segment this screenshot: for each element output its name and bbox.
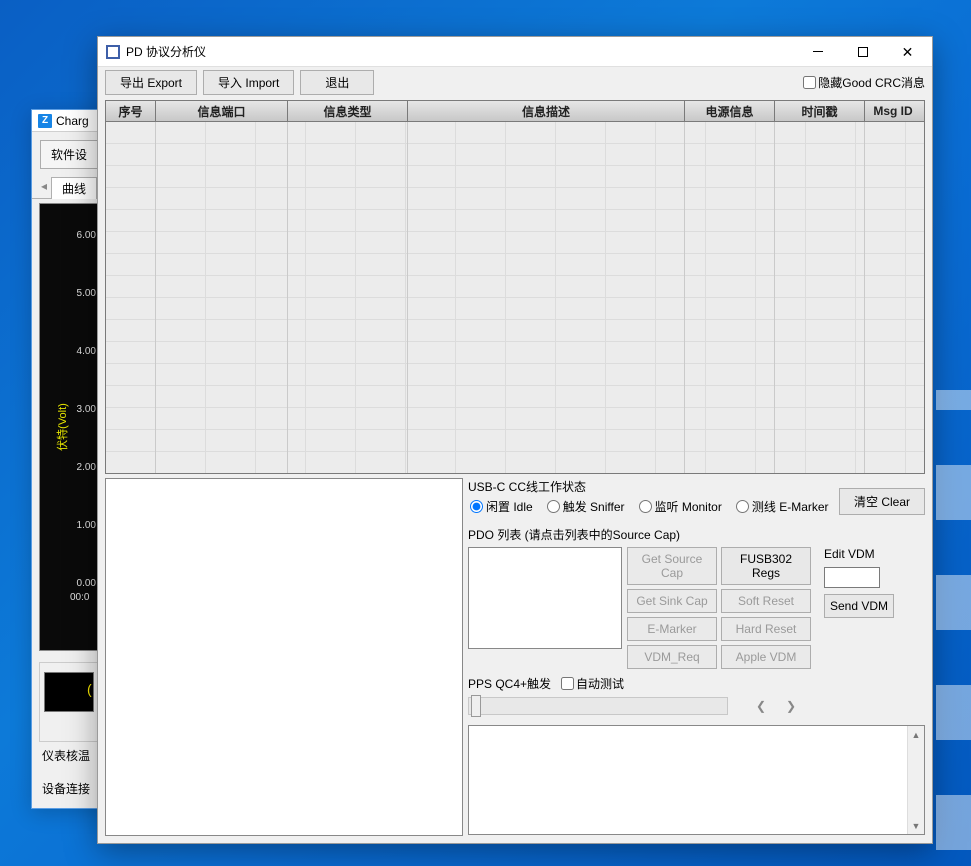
log-scrollbar[interactable]: ▲ ▼ (907, 726, 924, 834)
apple-vdm-button[interactable]: Apple VDM (721, 645, 811, 669)
scroll-up-icon[interactable]: ▲ (908, 726, 924, 743)
exit-button[interactable]: 退出 (300, 70, 374, 95)
controls-pane: USB-C CC线工作状态 闲置 Idle 触发 Sniffer 监听 M (468, 478, 925, 836)
bg-tab-curve[interactable]: 曲线 (51, 177, 97, 199)
col-seq[interactable]: 序号 (106, 101, 156, 121)
close-button[interactable]: ✕ (885, 38, 930, 66)
radio-monitor-input[interactable] (639, 500, 652, 513)
pps-slider[interactable] (468, 697, 728, 715)
maximize-button[interactable] (840, 38, 885, 66)
radio-idle-input[interactable] (470, 500, 483, 513)
minimize-icon (813, 51, 823, 52)
soft-reset-button[interactable]: Soft Reset (721, 589, 811, 613)
radio-monitor-label: 监听 Monitor (655, 498, 722, 515)
auto-test-checkbox[interactable] (561, 677, 574, 690)
minimize-button[interactable] (795, 38, 840, 66)
chevron-left-icon: ❮ (756, 699, 766, 713)
send-vdm-button[interactable]: Send VDM (824, 594, 894, 618)
scroll-down-icon[interactable]: ▼ (908, 817, 924, 834)
emarker-button[interactable]: E-Marker (627, 617, 717, 641)
hide-crc-text: 隐藏Good CRC消息 (818, 74, 925, 91)
col-msgid[interactable]: Msg ID (865, 101, 921, 121)
pps-label: PPS QC4+触发 (468, 675, 551, 692)
radio-monitor[interactable]: 监听 Monitor (639, 498, 722, 515)
radio-sniffer-input[interactable] (547, 500, 560, 513)
window-title: PD 协议分析仪 (126, 43, 795, 60)
bg-chart-tick: 5.00 (56, 288, 96, 299)
pdo-row: Get Source Cap FUSB302 Regs Get Sink Cap… (468, 547, 925, 669)
bg-app-icon: Z (38, 114, 52, 128)
auto-test-checkbox-label[interactable]: 自动测试 (561, 675, 624, 692)
get-sink-cap-button[interactable]: Get Sink Cap (627, 589, 717, 613)
radio-emarker[interactable]: 测线 E-Marker (736, 498, 829, 515)
log-box: ▲ ▼ (468, 725, 925, 835)
radio-sniffer-label: 触发 Sniffer (563, 498, 625, 515)
col-type[interactable]: 信息类型 (288, 101, 408, 121)
bg-chart-tick: 2.00 (56, 462, 96, 473)
col-time[interactable]: 时间戳 (775, 101, 865, 121)
bg-instrument-panel (39, 662, 101, 742)
lower-pane: USB-C CC线工作状态 闲置 Idle 触发 Sniffer 监听 M (98, 474, 932, 843)
cc-status-label: USB-C CC线工作状态 (468, 478, 839, 495)
radio-emarker-label: 测线 E-Marker (752, 498, 829, 515)
main-window: PD 协议分析仪 ✕ 导出 Export 导入 Import 退出 隐藏Good… (97, 36, 933, 844)
log-textarea[interactable] (469, 726, 907, 834)
bg-chart-tick: 1.00 (56, 520, 96, 531)
maximize-icon (858, 47, 868, 57)
hide-crc-checkbox[interactable] (803, 76, 816, 89)
edit-vdm-input[interactable] (824, 567, 880, 588)
radio-sniffer[interactable]: 触发 Sniffer (547, 498, 625, 515)
pps-slider-thumb[interactable] (471, 695, 481, 717)
bg-chart-tick: 6.00 (56, 230, 96, 241)
bg-chart-xtick: 00:0 (70, 592, 89, 603)
pps-row: PPS QC4+触发 自动测试 (468, 675, 925, 692)
hide-crc-checkbox-label[interactable]: 隐藏Good CRC消息 (803, 74, 925, 91)
bg-tab-prev-icon[interactable]: ◂ (37, 177, 51, 198)
cc-mode-radios: 闲置 Idle 触发 Sniffer 监听 Monitor 测线 E- (468, 496, 839, 518)
col-power[interactable]: 电源信息 (685, 101, 775, 121)
radio-emarker-input[interactable] (736, 500, 749, 513)
bg-chart-tick: 3.00 (56, 404, 96, 415)
bg-instrument-display (44, 672, 94, 712)
next-button[interactable]: ❯ (782, 697, 800, 715)
bg-chart-tick: 4.00 (56, 346, 96, 357)
vdm-req-button[interactable]: VDM_Req (627, 645, 717, 669)
titlebar[interactable]: PD 协议分析仪 ✕ (98, 37, 932, 67)
radio-idle-label: 闲置 Idle (486, 498, 533, 515)
bg-settings-button[interactable]: 软件设 (40, 140, 98, 169)
bg-chart: 伏特(Volt) 6.00 5.00 4.00 3.00 2.00 1.00 0… (39, 203, 101, 651)
bg-chart-tick: 0.00 (56, 578, 96, 589)
export-button[interactable]: 导出 Export (105, 70, 197, 95)
get-source-cap-button[interactable]: Get Source Cap (627, 547, 717, 585)
chevron-right-icon: ❯ (786, 699, 796, 713)
pdo-buttons: Get Source Cap FUSB302 Regs Get Sink Cap… (627, 547, 811, 669)
edit-vdm-label: Edit VDM (824, 547, 894, 561)
bg-title: Charg (56, 114, 89, 128)
message-table: 序号 信息端口 信息类型 信息描述 电源信息 时间戳 Msg ID (105, 100, 925, 474)
close-icon: ✕ (902, 45, 914, 59)
pps-slider-row: ❮ ❯ (468, 697, 925, 715)
pdo-listbox[interactable] (468, 547, 622, 649)
pdo-label: PDO 列表 (请点击列表中的Source Cap) (468, 526, 925, 543)
bg-label-conn: 设备连接 (42, 780, 90, 797)
col-port[interactable]: 信息端口 (156, 101, 288, 121)
detail-box[interactable] (105, 478, 463, 836)
auto-test-text: 自动测试 (576, 675, 624, 692)
clear-button[interactable]: 清空 Clear (839, 488, 925, 515)
vdm-column: Edit VDM Send VDM (824, 547, 894, 618)
import-button[interactable]: 导入 Import (203, 70, 294, 95)
hard-reset-button[interactable]: Hard Reset (721, 617, 811, 641)
bg-label-temp: 仪表核温 (42, 747, 90, 764)
radio-idle[interactable]: 闲置 Idle (470, 498, 533, 515)
fusb302-regs-button[interactable]: FUSB302 Regs (721, 547, 811, 585)
prev-button[interactable]: ❮ (752, 697, 770, 715)
toolbar: 导出 Export 导入 Import 退出 隐藏Good CRC消息 (98, 67, 932, 98)
app-icon (106, 45, 120, 59)
table-body[interactable] (105, 122, 925, 474)
col-desc[interactable]: 信息描述 (408, 101, 685, 121)
table-header: 序号 信息端口 信息类型 信息描述 电源信息 时间戳 Msg ID (105, 100, 925, 122)
